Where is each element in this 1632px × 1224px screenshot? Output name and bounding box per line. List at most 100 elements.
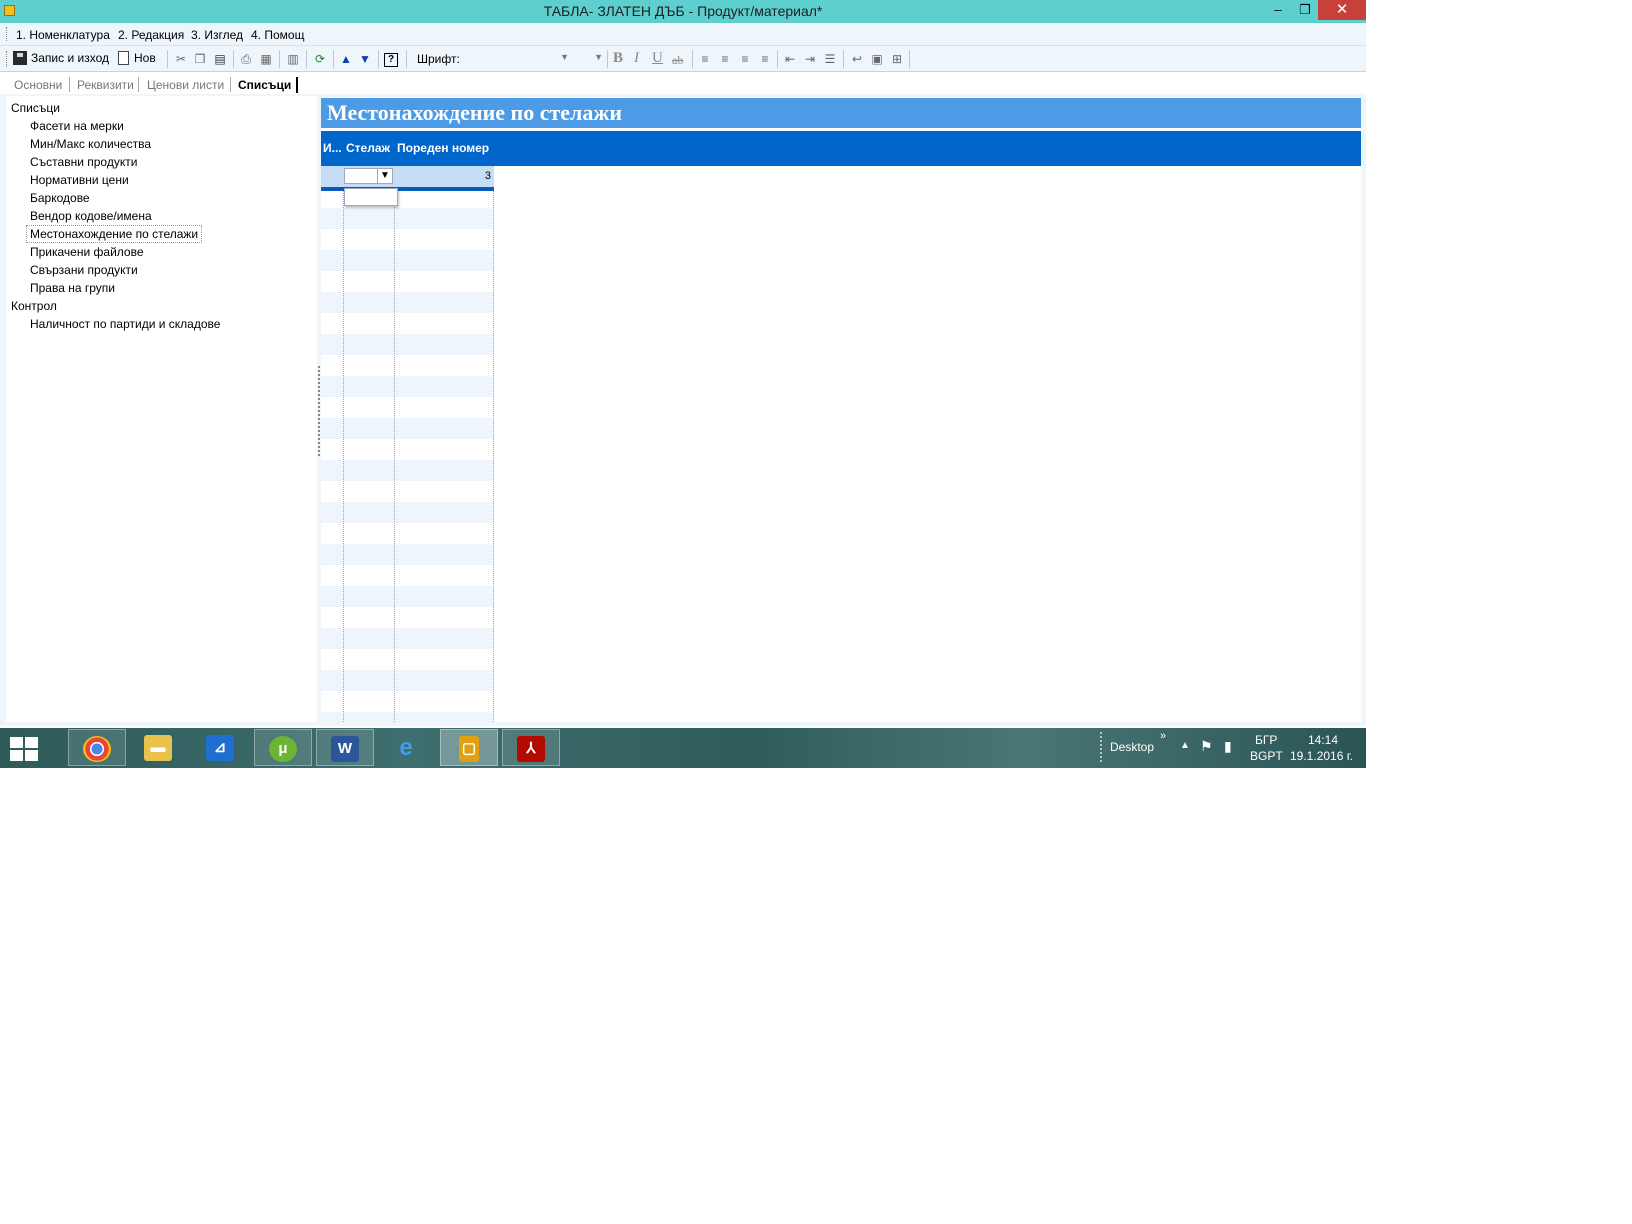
sequence-number-cell[interactable]: 3 xyxy=(485,170,491,182)
table-row[interactable] xyxy=(321,502,494,523)
align-justify-icon[interactable]: ≡ xyxy=(757,51,773,67)
tree-item-min-max-quantities[interactable]: Мин/Макс количества xyxy=(30,137,151,151)
tab-basic[interactable]: Основни xyxy=(14,78,62,92)
menu-view[interactable]: 3. Изглед xyxy=(191,28,243,42)
taskbar-utorrent[interactable]: μ xyxy=(254,729,312,766)
table-row[interactable] xyxy=(321,418,494,439)
clock-time[interactable]: 14:14 xyxy=(1308,733,1338,747)
underline-icon[interactable]: U xyxy=(652,50,663,67)
image-icon[interactable]: ▣ xyxy=(869,51,885,67)
taskbar-app-blue[interactable]: ⊿ xyxy=(192,729,250,766)
menu-nomenclature[interactable]: 1. Номенклатура xyxy=(16,28,110,42)
print-icon[interactable]: ⎙ xyxy=(238,51,254,67)
cut-icon[interactable]: ✂ xyxy=(173,51,189,67)
table-row[interactable] xyxy=(321,208,494,229)
table-icon[interactable]: ⊞ xyxy=(889,51,905,67)
tab-requisites[interactable]: Реквизити xyxy=(77,78,134,92)
font-size-select[interactable]: ▼ xyxy=(574,51,606,69)
tree-item-attached-files[interactable]: Прикачени файлове xyxy=(30,245,144,259)
tree-item-batch-availability[interactable]: Наличност по партиди и складове xyxy=(30,317,220,331)
table-row[interactable] xyxy=(321,292,494,313)
close-button[interactable]: ✕ xyxy=(1318,0,1366,20)
tree-item-shelf-locations[interactable]: Местонахождение по стелажи xyxy=(26,225,203,243)
table-row[interactable] xyxy=(321,334,494,355)
refresh-icon[interactable]: ⟳ xyxy=(312,51,328,67)
toolbar-separator xyxy=(777,50,778,68)
table-row[interactable] xyxy=(321,460,494,481)
delete-icon[interactable]: ▥ xyxy=(285,51,301,67)
wrap-icon[interactable]: ↩ xyxy=(849,51,865,67)
paste-icon[interactable]: ▤ xyxy=(212,51,228,67)
navigation-tree: Списъци Фасети на мерки Мин/Макс количес… xyxy=(6,96,317,722)
menu-edit[interactable]: 2. Редакция xyxy=(118,28,184,42)
font-family-select[interactable]: ▼ xyxy=(460,51,572,69)
help-icon[interactable]: ? xyxy=(384,53,398,67)
shelf-dropdown-list[interactable] xyxy=(344,188,398,206)
align-center-icon[interactable]: ≡ xyxy=(717,51,733,67)
tree-item-barcodes[interactable]: Баркодове xyxy=(30,191,90,205)
menu-help[interactable]: 4. Помощ xyxy=(251,28,304,42)
print-preview-icon[interactable]: ▦ xyxy=(258,51,274,67)
column-header-shelf[interactable]: Стелаж xyxy=(346,141,390,155)
action-center-flag-icon[interactable]: ⚑ xyxy=(1200,738,1213,755)
align-right-icon[interactable]: ≡ xyxy=(737,51,753,67)
tree-item-vendor-codes[interactable]: Вендор кодове/имена xyxy=(30,209,152,223)
taskbar-file-explorer[interactable]: ▬ xyxy=(130,729,188,766)
save-exit-button[interactable]: Запис и изход xyxy=(13,49,113,67)
indent-icon[interactable]: ⇥ xyxy=(802,51,818,67)
shelf-select[interactable]: ▼ xyxy=(344,168,393,184)
table-row[interactable] xyxy=(321,250,494,271)
tree-item-composite-products[interactable]: Съставни продукти xyxy=(30,155,137,169)
table-row[interactable] xyxy=(321,712,494,722)
taskbar-acrobat[interactable]: ⅄ xyxy=(502,729,560,766)
tree-group-control[interactable]: Контрол xyxy=(11,299,57,313)
taskbar-internet-explorer[interactable]: e xyxy=(378,729,436,766)
network-icon[interactable]: ▮ xyxy=(1224,738,1232,755)
tree-item-normative-prices[interactable]: Нормативни цени xyxy=(30,173,129,187)
chevron-down-icon[interactable]: ▼ xyxy=(377,169,392,183)
column-header-sequence[interactable]: Пореден номер xyxy=(397,141,489,155)
new-button[interactable]: Нов xyxy=(118,49,160,67)
current-row[interactable]: ▼ 3 xyxy=(321,166,494,187)
toolbar-separator xyxy=(306,50,307,68)
toolbar-chevron[interactable]: » xyxy=(1160,730,1166,742)
copy-icon[interactable]: ❐ xyxy=(192,51,208,67)
language-indicator[interactable]: БГР xyxy=(1255,733,1277,747)
tree-item-group-rights[interactable]: Права на групи xyxy=(30,281,115,295)
table-row[interactable] xyxy=(321,628,494,649)
table-row[interactable] xyxy=(321,544,494,565)
arrow-down-icon[interactable]: ▼ xyxy=(357,51,373,67)
tree-item-unit-facets[interactable]: Фасети на мерки xyxy=(30,119,124,133)
taskbar-app-yellow[interactable]: ▢ xyxy=(440,729,498,766)
taskbar-word[interactable]: W xyxy=(316,729,374,766)
toolbar-grip[interactable] xyxy=(6,51,10,67)
bullet-list-icon[interactable]: ☰ xyxy=(822,51,838,67)
tray-grip[interactable] xyxy=(1100,732,1105,762)
tab-bar: Основни Реквизити Ценови листи Списъци xyxy=(6,72,1360,94)
column-header-id[interactable]: И... xyxy=(323,141,342,155)
taskbar-chrome[interactable] xyxy=(68,729,126,766)
bold-icon[interactable]: B xyxy=(613,50,623,67)
table-row[interactable] xyxy=(321,586,494,607)
outdent-icon[interactable]: ⇤ xyxy=(782,51,798,67)
grid-header: И... Стелаж Пореден номер xyxy=(321,131,1361,166)
desktop-toolbar-label[interactable]: Desktop xyxy=(1110,740,1154,754)
tree-group-lists[interactable]: Списъци xyxy=(11,101,60,115)
tree-item-related-products[interactable]: Свързани продукти xyxy=(30,263,138,277)
italic-icon[interactable]: I xyxy=(634,50,639,67)
clock-date[interactable]: 19.1.2016 г. xyxy=(1290,749,1353,763)
align-left-icon[interactable]: ≡ xyxy=(697,51,713,67)
word-icon: W xyxy=(331,736,359,762)
tab-lists[interactable]: Списъци xyxy=(238,78,291,92)
menu-grip[interactable] xyxy=(6,27,10,41)
table-row[interactable] xyxy=(321,376,494,397)
toolbar-separator xyxy=(167,50,168,68)
start-button[interactable] xyxy=(10,737,38,761)
arrow-up-icon[interactable]: ▲ xyxy=(338,51,354,67)
toolbar-separator xyxy=(607,50,608,68)
show-hidden-icons-icon[interactable]: ▲ xyxy=(1180,740,1190,751)
strikethrough-icon[interactable]: ab xyxy=(672,53,683,68)
table-row[interactable] xyxy=(321,670,494,691)
tab-price-lists[interactable]: Ценови листи xyxy=(147,78,224,92)
keyboard-layout[interactable]: BGPT xyxy=(1250,749,1283,763)
